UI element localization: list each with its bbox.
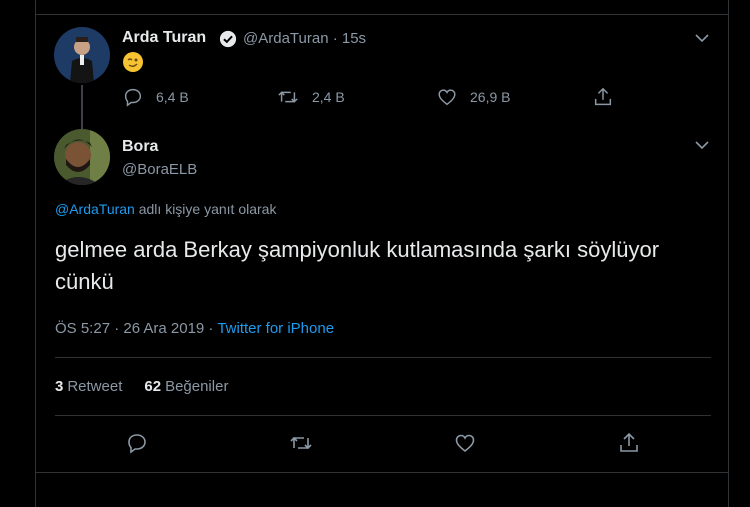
like-stat-count: 62 [144,378,162,395]
retweet-count: 2,4 B [312,89,345,105]
tweet-timestamp[interactable]: ÖS 5:27 · 26 Ara 2019 · [55,320,217,337]
retweet-stat-label: Retweet [67,378,123,395]
tweet-meta: ÖS 5:27 · 26 Ara 2019 · Twitter for iPho… [55,320,334,337]
tweet-column: Arda Turan @ArdaTuran · 15s 6,4 B 2,4 B … [35,0,729,507]
reply-context-text: adlı kişiye yanıt olarak [134,201,277,217]
author-name[interactable]: Bora [122,138,158,156]
chevron-down-icon[interactable] [694,137,710,158]
reply-mention-link[interactable]: @ArdaTuran [55,201,135,217]
like-action[interactable]: 26,9 B [436,86,510,108]
reply-button[interactable] [125,431,149,460]
author-handle[interactable]: @BoraELB [122,161,197,178]
like-icon [455,434,475,453]
avatar-arda-turan[interactable] [54,27,110,83]
tweet-text: gelmee arda Berkay şampiyonluk kutlaması… [55,237,660,294]
retweet-icon [290,436,312,450]
reply-context: @ArdaTuran adlı kişiye yanıt olarak [55,201,276,217]
retweet-stat[interactable]: 3 Retweet [55,378,122,395]
share-action[interactable] [592,86,626,108]
chevron-down-icon[interactable] [694,30,710,51]
divider [55,357,711,358]
like-stat-label: Beğeniler [165,378,229,395]
retweet-icon [278,91,298,103]
share-icon [594,87,612,106]
retweet-action[interactable]: 2,4 B [276,86,345,108]
reply-icon [128,434,146,454]
reply-action[interactable]: 6,4 B [122,86,189,108]
thread-connector [81,85,83,129]
tweet-stats: 3 Retweet 62 Beğeniler [55,378,250,395]
tweet-source-link[interactable]: Twitter for iPhone [217,320,334,337]
retweet-button[interactable] [288,431,314,460]
divider [36,472,728,473]
like-stat[interactable]: 62 Beğeniler [144,378,228,395]
like-icon [438,89,456,106]
divider [55,415,711,416]
retweet-stat-count: 3 [55,378,64,395]
like-count: 26,9 B [470,89,511,105]
author-name[interactable]: Arda Turan [122,29,206,47]
reply-icon [124,88,142,107]
divider [36,14,728,15]
verified-icon [219,30,237,53]
avatar-bora[interactable] [54,129,110,185]
share-button[interactable] [617,431,641,460]
like-button[interactable] [453,431,477,460]
author-handle[interactable]: @ArdaTuran · 15s [243,30,366,47]
reply-count: 6,4 B [156,89,189,105]
share-icon [620,432,638,452]
wink-emoji [123,52,143,72]
